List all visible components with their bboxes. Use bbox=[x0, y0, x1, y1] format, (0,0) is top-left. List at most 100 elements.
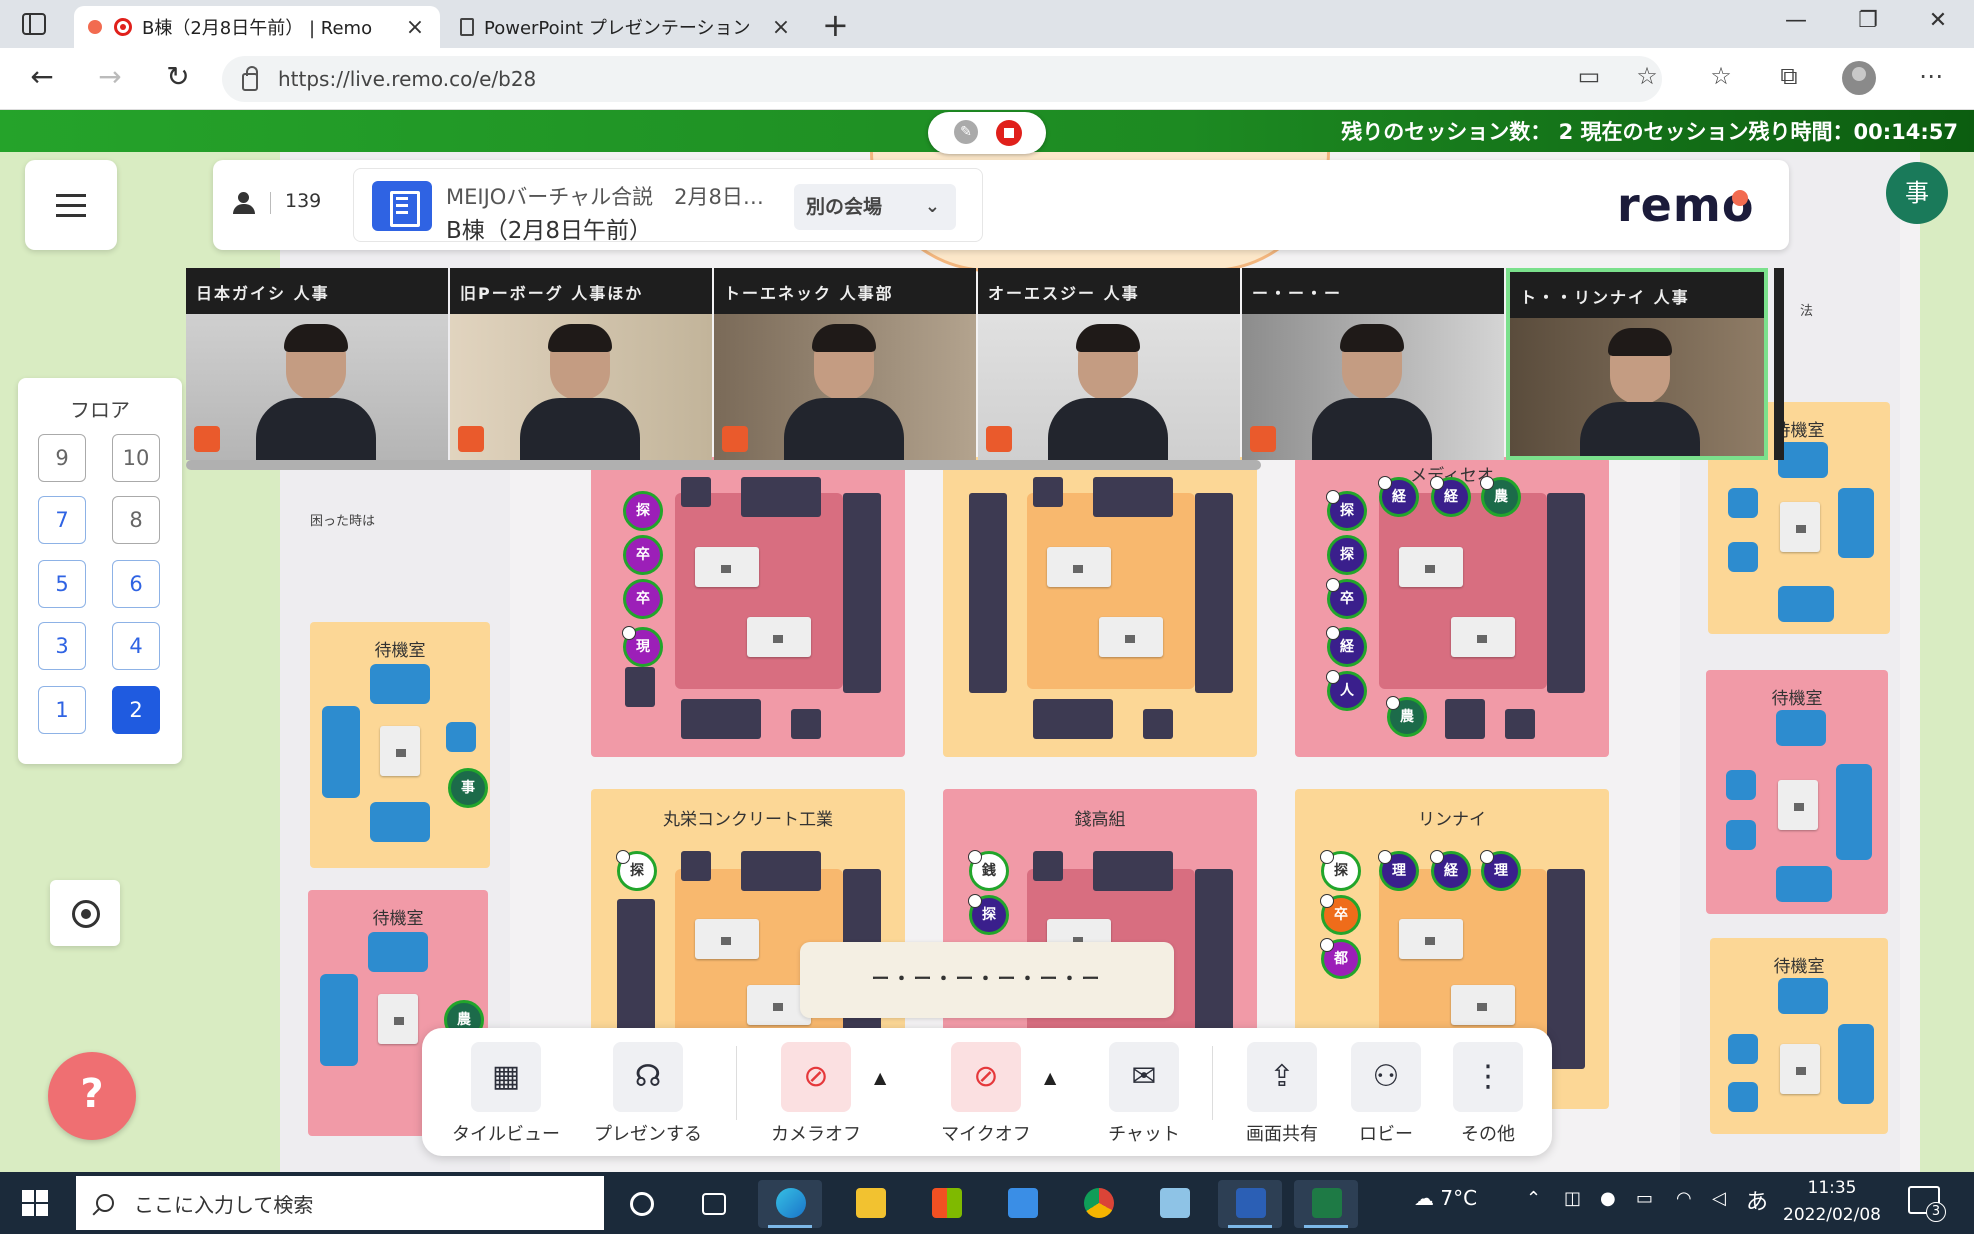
video-tile[interactable]: 旧Pーボーグ 人事ほか bbox=[450, 268, 712, 460]
participant-avatar[interactable]: 探 bbox=[968, 894, 1009, 935]
reload-icon[interactable]: ↻ bbox=[158, 60, 198, 93]
tab-remo[interactable]: B棟（2月8日午前） | Remo × bbox=[74, 6, 440, 48]
screen-share-button[interactable]: ⇪ 画面共有 bbox=[1222, 1042, 1342, 1152]
stop-recording-icon[interactable] bbox=[996, 120, 1022, 146]
participant-avatar[interactable]: 都 bbox=[1320, 938, 1361, 979]
video-strip-scrollbar[interactable] bbox=[186, 460, 1261, 470]
participant-avatar[interactable]: 銭 bbox=[968, 850, 1009, 891]
task-view-icon[interactable] bbox=[682, 1180, 746, 1228]
notepad-icon[interactable] bbox=[1142, 1180, 1206, 1228]
more-options-button[interactable]: ⋮ その他 bbox=[1428, 1042, 1548, 1152]
participant-avatar[interactable]: 探 bbox=[616, 850, 657, 891]
forward-icon[interactable]: → bbox=[90, 60, 130, 93]
clock-date[interactable]: 2022/02/08 bbox=[1782, 1205, 1882, 1225]
volume-icon[interactable]: ◁ bbox=[1712, 1188, 1726, 1209]
participant-avatar[interactable]: 農 bbox=[1480, 476, 1521, 517]
participant-avatar[interactable]: 探 bbox=[623, 491, 663, 531]
video-tile[interactable]: ー・ー・ー bbox=[1242, 268, 1504, 460]
url-field[interactable]: https://live.remo.co/e/b28 bbox=[222, 56, 1662, 102]
pencil-icon[interactable]: ✎ bbox=[954, 120, 978, 144]
participant-avatar[interactable]: 卒 bbox=[623, 579, 663, 619]
floor-button-10[interactable]: 10 bbox=[112, 434, 160, 482]
participant-avatar[interactable]: 探 bbox=[1326, 490, 1367, 531]
room-medisceo[interactable]: メディセオ 探 探 卒 経 人 経 経 農 農 bbox=[1295, 457, 1609, 757]
participant-avatar[interactable]: 事 bbox=[448, 768, 488, 808]
restore-icon[interactable]: ❐ bbox=[1848, 8, 1888, 33]
ime-indicator[interactable]: あ bbox=[1746, 1184, 1768, 1216]
participant-avatar[interactable]: 卒 bbox=[1320, 894, 1361, 935]
clock-time[interactable]: 11:35 bbox=[1782, 1178, 1882, 1198]
cortana-icon[interactable] bbox=[610, 1180, 674, 1228]
participant-avatar[interactable]: 経 bbox=[1326, 626, 1367, 667]
tab-powerpoint[interactable]: PowerPoint プレゼンテーション × bbox=[446, 6, 806, 48]
mic-toggle-button[interactable]: ⊘ マイクオフ bbox=[926, 1042, 1046, 1152]
locate-me-button[interactable] bbox=[50, 880, 120, 946]
video-tile[interactable]: トーエネック 人事部 bbox=[714, 268, 976, 460]
video-tile[interactable]: 日本ガイシ 人事 bbox=[186, 268, 448, 460]
camera-permission-icon[interactable]: ▭ bbox=[1572, 62, 1606, 90]
participant-avatar[interactable]: 理 bbox=[1480, 850, 1521, 891]
participant-avatar[interactable]: 経 bbox=[1430, 476, 1471, 517]
close-window-icon[interactable]: ✕ bbox=[1918, 8, 1958, 33]
floor-button-2[interactable]: 2 bbox=[112, 686, 160, 734]
word-icon[interactable] bbox=[1218, 1180, 1282, 1228]
close-tab-icon[interactable]: × bbox=[404, 15, 426, 40]
floor-button-4[interactable]: 4 bbox=[112, 622, 160, 670]
floor-button-5[interactable]: 5 bbox=[38, 560, 86, 608]
tray-expand-icon[interactable]: ⌃ bbox=[1526, 1188, 1541, 1209]
chat-button[interactable]: ✉ チャット bbox=[1084, 1042, 1204, 1152]
collections-icon[interactable]: ⧉ bbox=[1772, 62, 1806, 90]
taskbar-search-input[interactable]: ここに入力して検索 bbox=[76, 1176, 604, 1230]
switch-venue-button[interactable]: 別の会場 ⌄ bbox=[794, 184, 956, 230]
floor-button-7[interactable]: 7 bbox=[38, 496, 86, 544]
waiting-room-right-3[interactable]: 待機室 bbox=[1710, 938, 1888, 1134]
waiting-room-right-2[interactable]: 待機室 bbox=[1706, 670, 1888, 914]
video-tile[interactable]: オーエスジー 人事 bbox=[978, 268, 1240, 460]
room-2[interactable] bbox=[943, 457, 1257, 757]
profile-avatar[interactable] bbox=[1842, 61, 1876, 95]
more-menu-icon[interactable]: ⋯ bbox=[1914, 62, 1948, 90]
participant-avatar[interactable]: 卒 bbox=[1326, 578, 1367, 619]
floor-button-8[interactable]: 8 bbox=[112, 496, 160, 544]
tab-actions-icon[interactable] bbox=[22, 13, 46, 35]
add-favorite-icon[interactable]: ☆ bbox=[1630, 62, 1664, 90]
wifi-icon[interactable]: ◠ bbox=[1676, 1188, 1692, 1209]
edge-taskbar-icon[interactable] bbox=[758, 1180, 822, 1228]
store-icon[interactable] bbox=[914, 1180, 978, 1228]
room-1[interactable]: 探 卒 卒 現 bbox=[591, 457, 905, 757]
my-avatar[interactable]: 事 bbox=[1886, 162, 1948, 224]
video-tile-active-speaker[interactable]: ト・・リンナイ 人事 bbox=[1506, 268, 1768, 460]
chrome-icon[interactable] bbox=[1066, 1180, 1130, 1228]
participant-avatar[interactable]: 現 bbox=[622, 626, 663, 667]
floor-button-3[interactable]: 3 bbox=[38, 622, 86, 670]
camera-options-caret-icon[interactable]: ▲ bbox=[874, 1068, 886, 1087]
hamburger-menu-button[interactable] bbox=[25, 160, 117, 250]
back-icon[interactable]: ← bbox=[22, 60, 62, 93]
participant-avatar[interactable]: 人 bbox=[1326, 670, 1367, 711]
help-chat-button[interactable]: ? bbox=[48, 1052, 136, 1140]
participant-avatar[interactable]: 農 bbox=[1386, 696, 1427, 737]
waiting-room-left-1[interactable]: 待機室 事 bbox=[310, 622, 490, 868]
participant-avatar[interactable]: 理 bbox=[1378, 850, 1419, 891]
present-button[interactable]: ☊ プレゼンする bbox=[588, 1042, 708, 1152]
participant-avatar[interactable]: 卒 bbox=[623, 535, 663, 575]
close-tab-icon[interactable]: × bbox=[770, 15, 792, 40]
minimize-icon[interactable]: — bbox=[1776, 8, 1816, 33]
participant-avatar[interactable]: 探 bbox=[1320, 850, 1361, 891]
mic-options-caret-icon[interactable]: ▲ bbox=[1044, 1068, 1056, 1087]
camera-toggle-button[interactable]: ⊘ カメラオフ bbox=[756, 1042, 876, 1152]
floor-button-1[interactable]: 1 bbox=[38, 686, 86, 734]
mail-icon[interactable] bbox=[990, 1180, 1054, 1228]
weather-widget[interactable]: ☁ 7°C bbox=[1414, 1186, 1477, 1210]
windows-start-icon[interactable] bbox=[22, 1190, 48, 1216]
floor-button-9[interactable]: 9 bbox=[38, 434, 86, 482]
excel-icon[interactable] bbox=[1294, 1180, 1358, 1228]
participant-avatar[interactable]: 経 bbox=[1430, 850, 1471, 891]
floor-button-6[interactable]: 6 bbox=[112, 560, 160, 608]
troubled-link[interactable]: 困った時は bbox=[310, 510, 375, 529]
new-tab-icon[interactable]: + bbox=[822, 6, 849, 44]
participant-avatar[interactable]: 経 bbox=[1378, 476, 1419, 517]
attendee-count[interactable]: 139 bbox=[285, 190, 321, 212]
file-explorer-icon[interactable] bbox=[838, 1180, 902, 1228]
participant-avatar[interactable]: 探 bbox=[1327, 535, 1367, 575]
